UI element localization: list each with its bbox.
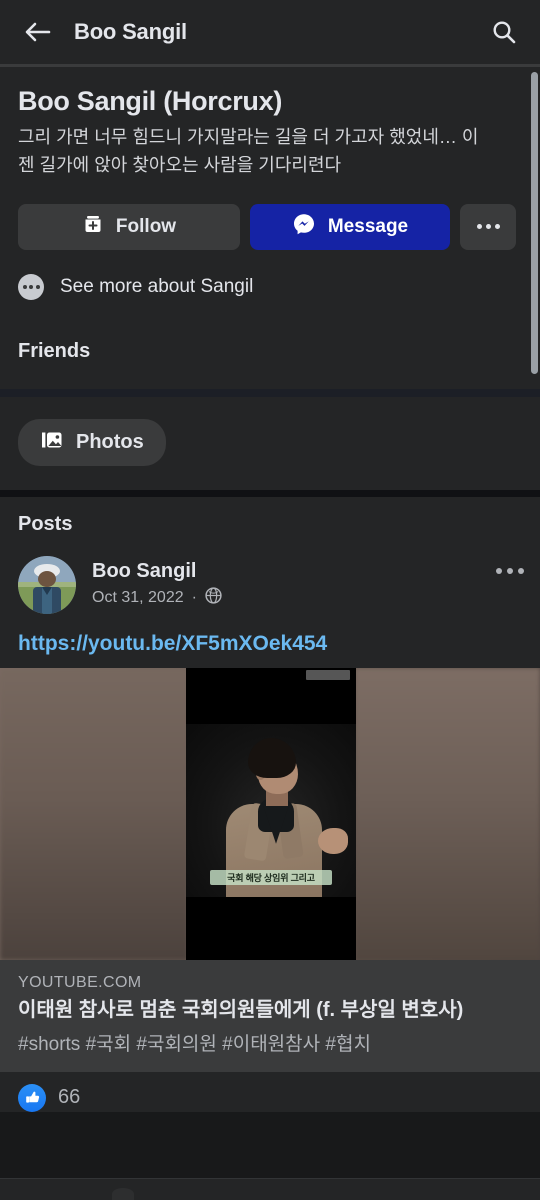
video-subtitle-text: 국회 해당 상임위 그리고 bbox=[227, 872, 315, 883]
link-card-domain: YOUTUBE.COM bbox=[18, 973, 142, 991]
back-button[interactable] bbox=[18, 12, 58, 52]
message-button[interactable]: Message bbox=[250, 203, 450, 250]
post-menu-button[interactable] bbox=[496, 567, 524, 574]
section-divider-2 bbox=[0, 489, 540, 497]
post-subline: Oct 31, 2022 · bbox=[92, 587, 222, 609]
link-card-subtitle: #shorts #국회 #국회의원 #이태원참사 #협치 bbox=[18, 1033, 371, 1055]
posts-title: Posts bbox=[18, 512, 73, 535]
friends-title: Friends bbox=[18, 339, 91, 362]
message-button-label: Message bbox=[327, 215, 409, 237]
friends-section: Friends bbox=[0, 325, 540, 389]
post-header: Boo Sangil Oct 31, 2022 · bbox=[0, 550, 540, 614]
thumbs-up-icon bbox=[18, 1083, 46, 1112]
add-feed-icon bbox=[82, 213, 104, 241]
like-count: 66 bbox=[58, 1086, 81, 1109]
thumbnail-video-frame: 국회 해당 상임위 그리고 bbox=[186, 667, 356, 960]
thumbnail-blur-right bbox=[355, 667, 540, 960]
posts-section: Posts Boo Sangil Oct 31, 2022 · https://… bbox=[0, 496, 540, 668]
follow-button[interactable]: Follow bbox=[18, 203, 240, 250]
post-video-thumbnail[interactable]: 국회 해당 상임위 그리고 bbox=[0, 667, 540, 960]
thumbnail-blur-left bbox=[0, 667, 188, 960]
photos-icon bbox=[40, 429, 64, 456]
link-preview-card[interactable]: YOUTUBE.COM 이태원 참사로 멈춘 국회의원들에게 (f. 부상일 변… bbox=[0, 959, 540, 1072]
profile-action-buttons: Follow Message bbox=[0, 179, 540, 250]
photos-section: Photos bbox=[0, 396, 540, 490]
messenger-icon bbox=[292, 212, 316, 242]
vertical-scrollbar[interactable] bbox=[531, 72, 538, 374]
profile-name: Boo Sangil (Horcrux) bbox=[18, 86, 283, 116]
section-divider bbox=[0, 388, 540, 397]
app-bar: Boo Sangil bbox=[0, 0, 540, 64]
post-author[interactable]: Boo Sangil bbox=[92, 560, 222, 583]
see-more-about-row[interactable]: See more about Sangil bbox=[0, 249, 540, 326]
facebook-profile-screen: Boo Sangil Boo Sangil (Horcrux) 그리 가면 너무… bbox=[0, 0, 540, 1200]
video-subtitle-band: 국회 해당 상임위 그리고 bbox=[210, 869, 332, 885]
action-bar-icon-partial bbox=[112, 1188, 134, 1200]
avatar[interactable] bbox=[18, 555, 76, 614]
thumbnail-scene: 국회 해당 상임위 그리고 bbox=[186, 723, 356, 897]
post-meta: Boo Sangil Oct 31, 2022 · bbox=[92, 560, 222, 609]
link-card-title: 이태원 참사로 멈춘 국회의원들에게 (f. 부상일 변호사) bbox=[18, 998, 464, 1021]
more-options-button[interactable] bbox=[460, 203, 516, 250]
photos-chip[interactable]: Photos bbox=[18, 418, 166, 466]
profile-bio: 그리 가면 너무 힘드니 가지말라는 길을 더 가고자 했었네… 이젠 길가에 … bbox=[18, 126, 479, 175]
ellipsis-circle-icon bbox=[18, 273, 44, 300]
post-date: Oct 31, 2022 bbox=[92, 589, 184, 607]
photos-chip-label: Photos bbox=[76, 430, 144, 453]
post-reactions-row[interactable]: 66 bbox=[0, 1071, 540, 1112]
post-action-bar-partial bbox=[0, 1178, 540, 1200]
ellipsis-horizontal-icon bbox=[476, 224, 500, 230]
app-bar-title: Boo Sangil bbox=[74, 19, 187, 44]
post-link-url[interactable]: https://youtu.be/XF5mXOek454 bbox=[0, 614, 540, 668]
person-hair bbox=[248, 737, 296, 778]
search-icon[interactable] bbox=[484, 12, 524, 52]
post-separator: · bbox=[191, 589, 197, 607]
globe-icon bbox=[205, 587, 222, 609]
video-watermark bbox=[306, 669, 350, 680]
follow-button-label: Follow bbox=[115, 215, 177, 237]
profile-header: Boo Sangil (Horcrux) 그리 가면 너무 힘드니 가지말라는 … bbox=[0, 67, 540, 180]
see-more-label: See more about Sangil bbox=[60, 275, 254, 297]
person-hand bbox=[318, 827, 348, 854]
